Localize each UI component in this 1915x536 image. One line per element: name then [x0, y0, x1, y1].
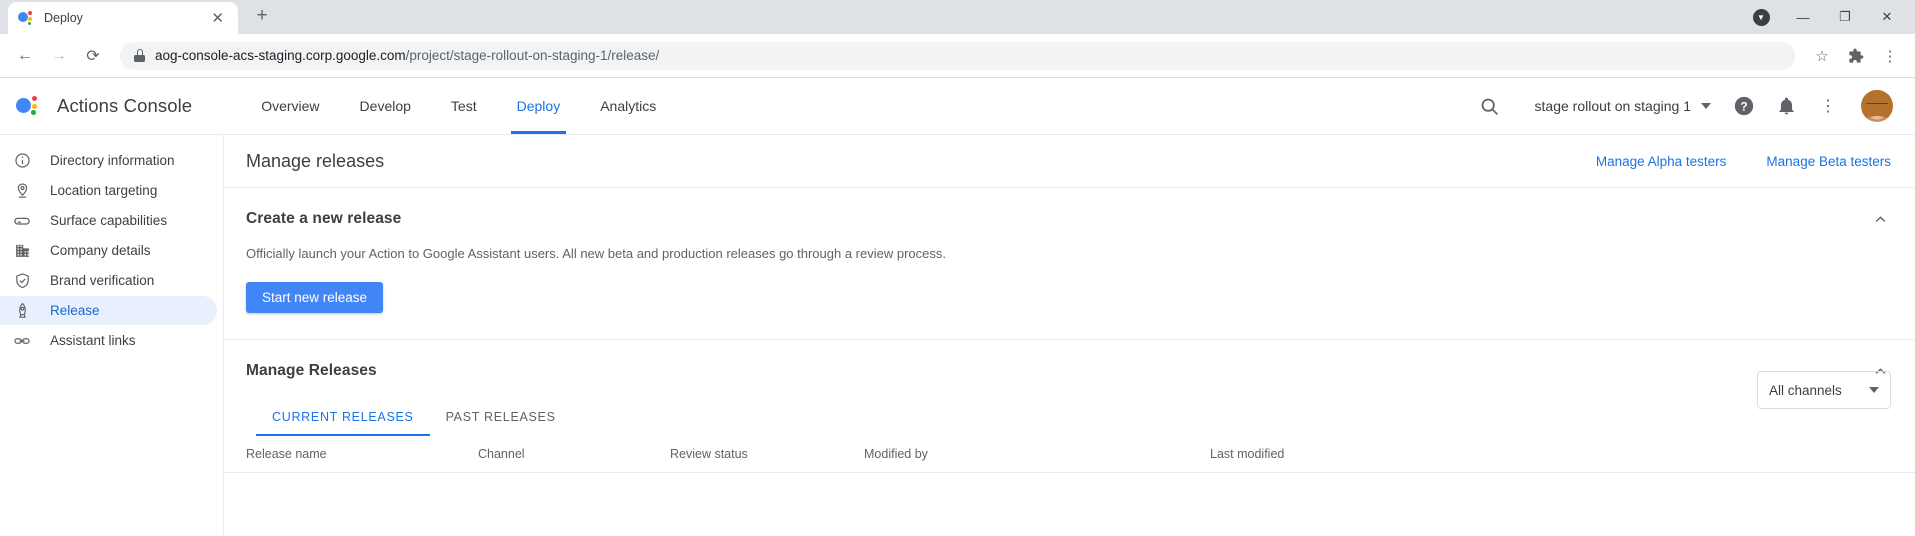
brand[interactable]: Actions Console	[16, 95, 192, 117]
device-icon	[13, 212, 31, 230]
tab-past-releases[interactable]: PAST RELEASES	[430, 402, 572, 436]
page-title: Manage releases	[246, 151, 384, 172]
sidebar-item-company-details[interactable]: Company details	[0, 236, 217, 265]
page-body: Directory information Location targeting…	[0, 135, 1915, 536]
download-badge: ▼	[1753, 9, 1770, 26]
forward-icon[interactable]: →	[44, 41, 74, 71]
column-header-review-status: Review status	[670, 447, 864, 461]
sidebar-item-label: Surface capabilities	[50, 213, 167, 228]
reload-icon[interactable]: ⟳	[78, 41, 108, 71]
nav-tab-analytics[interactable]: Analytics	[580, 78, 676, 134]
app-header: Actions Console Overview Develop Test De…	[0, 78, 1915, 135]
close-icon[interactable]: ✕	[207, 9, 228, 28]
manage-releases-title: Manage Releases	[246, 362, 1891, 380]
bell-icon[interactable]	[1767, 87, 1805, 125]
svg-text:?: ?	[1740, 100, 1747, 114]
assistant-logo-icon	[18, 10, 35, 27]
bookmark-star-icon[interactable]: ☆	[1807, 41, 1837, 71]
shield-check-icon	[13, 272, 31, 290]
url-host: aog-console-acs-staging.corp.google.com	[155, 48, 406, 63]
link-icon	[13, 332, 31, 350]
tab-current-releases[interactable]: CURRENT RELEASES	[256, 402, 430, 436]
project-selector-label: stage rollout on staging 1	[1535, 98, 1691, 114]
download-icon[interactable]: ▼	[1741, 0, 1781, 34]
browser-tab-title: Deploy	[44, 11, 198, 25]
create-release-title: Create a new release	[246, 210, 1891, 228]
chevron-down-icon	[1701, 103, 1711, 109]
chevron-down-icon	[1869, 387, 1879, 393]
sidebar-item-label: Company details	[50, 243, 151, 258]
brand-name: Actions Console	[57, 95, 192, 117]
place-pin-icon	[13, 182, 31, 200]
window-controls: ▼ — ❐ ✕	[1741, 0, 1915, 34]
browser-toolbar: ← → ⟳ aog-console-acs-staging.corp.googl…	[0, 34, 1915, 78]
sidebar: Directory information Location targeting…	[0, 135, 223, 536]
column-header-modified-by: Modified by	[864, 447, 1210, 461]
manage-beta-testers-link[interactable]: Manage Beta testers	[1766, 154, 1891, 169]
building-icon	[13, 242, 31, 260]
manage-releases-card: Manage Releases CURRENT RELEASES PAST RE…	[224, 340, 1915, 436]
avatar-glasses	[1866, 103, 1888, 109]
page-header: Manage releases Manage Alpha testers Man…	[224, 135, 1915, 188]
sidebar-item-label: Directory information	[50, 153, 175, 168]
project-selector[interactable]: stage rollout on staging 1	[1513, 98, 1721, 114]
back-icon[interactable]: ←	[10, 41, 40, 71]
main-content: Manage releases Manage Alpha testers Man…	[223, 135, 1915, 536]
chevron-up-icon[interactable]	[1869, 208, 1891, 230]
sidebar-item-directory-information[interactable]: Directory information	[0, 146, 217, 175]
channel-filter-select[interactable]: All channels	[1757, 371, 1891, 409]
minimize-button[interactable]: —	[1783, 0, 1823, 34]
browser-tab[interactable]: Deploy ✕	[8, 2, 238, 34]
browser-menu-icon[interactable]: ⋮	[1875, 41, 1905, 71]
sidebar-item-label: Location targeting	[50, 183, 157, 198]
avatar[interactable]	[1861, 90, 1893, 122]
sidebar-item-brand-verification[interactable]: Brand verification	[0, 266, 217, 295]
releases-table-header: Release name Channel Review status Modif…	[224, 436, 1915, 473]
address-bar[interactable]: aog-console-acs-staging.corp.google.com/…	[120, 42, 1795, 70]
sidebar-item-label: Release	[50, 303, 100, 318]
lock-icon	[134, 49, 145, 62]
channel-filter-value: All channels	[1769, 383, 1842, 398]
help-icon[interactable]: ?	[1725, 87, 1763, 125]
start-new-release-button[interactable]: Start new release	[246, 282, 383, 313]
sidebar-item-surface-capabilities[interactable]: Surface capabilities	[0, 206, 217, 235]
sidebar-item-release[interactable]: Release	[0, 296, 217, 325]
maximize-button[interactable]: ❐	[1825, 0, 1865, 34]
sidebar-item-label: Assistant links	[50, 333, 136, 348]
nav-tab-overview[interactable]: Overview	[241, 78, 339, 134]
url-path: /project/stage-rollout-on-staging-1/rele…	[406, 48, 660, 63]
more-options-icon[interactable]: ⋮	[1809, 87, 1847, 125]
manage-alpha-testers-link[interactable]: Manage Alpha testers	[1596, 154, 1727, 169]
nav-tab-test[interactable]: Test	[431, 78, 497, 134]
new-tab-button[interactable]: +	[248, 2, 276, 30]
nav-tab-deploy[interactable]: Deploy	[497, 78, 581, 134]
browser-tab-strip: Deploy ✕ + ▼ — ❐ ✕	[0, 0, 1915, 34]
create-new-release-card: Create a new release Officially launch y…	[224, 188, 1915, 340]
sidebar-item-location-targeting[interactable]: Location targeting	[0, 176, 217, 205]
sidebar-item-label: Brand verification	[50, 273, 154, 288]
actions-console-logo-icon	[16, 95, 42, 117]
search-icon[interactable]	[1471, 87, 1509, 125]
address-bar-url: aog-console-acs-staging.corp.google.com/…	[155, 48, 659, 63]
create-release-description: Officially launch your Action to Google …	[246, 246, 1891, 261]
page-header-links: Manage Alpha testers Manage Beta testers	[1596, 154, 1891, 169]
puzzle-icon[interactable]	[1841, 41, 1871, 71]
column-header-last-modified: Last modified	[1210, 447, 1891, 461]
info-icon	[13, 152, 31, 170]
header-actions: stage rollout on staging 1 ? ⋮	[1471, 87, 1893, 125]
column-header-channel: Channel	[478, 447, 670, 461]
rocket-icon	[13, 302, 31, 320]
main-nav: Overview Develop Test Deploy Analytics	[241, 78, 676, 134]
column-header-release-name: Release name	[246, 447, 478, 461]
release-tabs: CURRENT RELEASES PAST RELEASES All chann…	[246, 402, 1891, 436]
window-close-button[interactable]: ✕	[1867, 0, 1907, 34]
nav-tab-develop[interactable]: Develop	[340, 78, 431, 134]
sidebar-item-assistant-links[interactable]: Assistant links	[0, 326, 217, 355]
